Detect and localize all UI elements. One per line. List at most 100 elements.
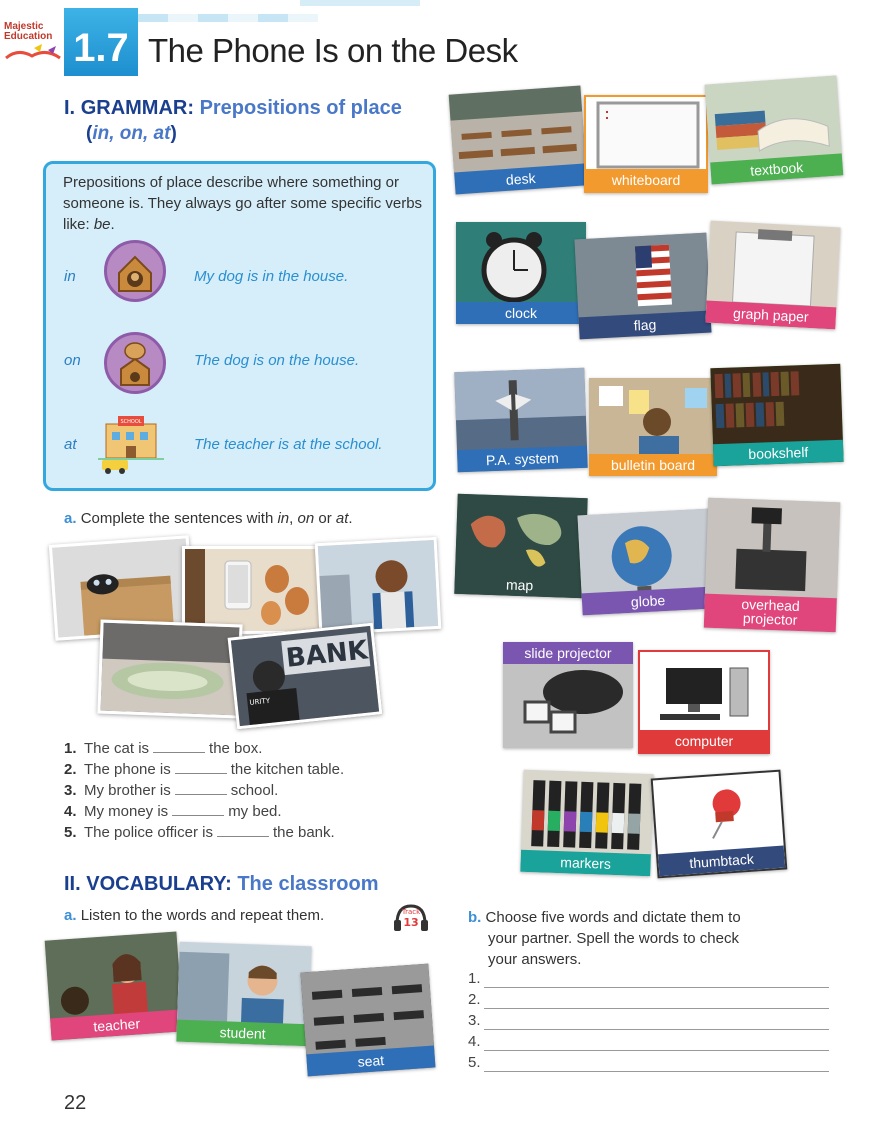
sentence-before: The police officer is	[84, 824, 213, 841]
exercise-a-text: Complete the sentences with	[80, 510, 278, 527]
grammar-intro: Prepositions of place describe where som…	[63, 172, 423, 235]
vocabulary-numeral: II.	[64, 873, 81, 895]
prep-at-example: The teacher is at the school.	[194, 436, 383, 453]
card-graph-paper: graph paper	[705, 220, 841, 330]
card-bookshelf: bookshelf	[710, 363, 844, 467]
card-student: student	[176, 941, 312, 1047]
answer-blank[interactable]	[153, 740, 206, 753]
grammar-intro-be: be	[93, 216, 111, 233]
answer-number: 3.	[468, 1012, 481, 1029]
card-textbook: textbook	[704, 75, 844, 185]
grammar-numeral: I.	[64, 97, 76, 119]
grammar-heading: I. GRAMMAR: Prepositions of place	[64, 97, 402, 120]
prep-at-label: at	[64, 436, 77, 453]
answer-blank[interactable]	[172, 803, 225, 816]
sentence-after: the kitchen table.	[230, 761, 345, 778]
dog-on-house-icon	[104, 332, 166, 394]
answer-number: 1.	[468, 970, 481, 987]
card-label: map	[454, 571, 585, 599]
card-teacher: teacher	[44, 931, 184, 1041]
answer-line-3[interactable]	[484, 1028, 829, 1030]
logo-book-icon	[5, 44, 61, 60]
card-label: clock	[456, 302, 586, 324]
prep-in-label: in	[64, 268, 76, 285]
answer-line-1[interactable]	[484, 986, 829, 988]
prep-on-label: on	[64, 352, 81, 369]
sentence-1: 1. The cat is the box.	[64, 738, 262, 759]
card-slide-projector: slide projector	[503, 642, 633, 748]
word-in: in	[277, 510, 290, 527]
track-label: Track	[401, 908, 421, 916]
sentence-after: my bed.	[228, 803, 282, 820]
prep-in-example: My dog is in the house.	[194, 268, 349, 285]
sep-3: .	[348, 510, 353, 527]
vocabulary-topic: The classroom	[237, 873, 379, 895]
card-bulletin-board: bulletin board	[589, 378, 717, 476]
card-whiteboard: whiteboard	[584, 95, 708, 193]
card-thumbtack: thumbtack	[650, 769, 788, 879]
sentence-before: The cat is	[84, 740, 150, 757]
card-label: student	[176, 1019, 309, 1047]
exercise-a-instruction: a. Complete the sentences with in, on or…	[64, 510, 353, 527]
sentence-4: 4. My money is my bed.	[64, 801, 282, 822]
card-flag: flag	[574, 232, 712, 340]
vocabulary-b-line2: your partner. Spell the words to check	[488, 930, 739, 947]
answer-number: 2.	[468, 991, 481, 1008]
publisher-logo: Majestic Education	[4, 22, 61, 62]
vocabulary-b-instruction: b. Choose five words and dictate them to…	[468, 907, 741, 970]
sentence-number: 5.	[64, 824, 77, 841]
answer-line-5[interactable]	[484, 1070, 829, 1072]
card-seat: seat	[300, 963, 436, 1077]
photo-money-on-bed	[97, 619, 243, 719]
card-computer: computer	[638, 650, 770, 754]
grammar-intro-end: .	[110, 216, 115, 233]
sentence-after: school.	[230, 782, 279, 799]
answer-blank[interactable]	[174, 782, 227, 795]
sentence-before: The phone is	[84, 761, 171, 778]
answer-blank[interactable]	[174, 761, 227, 774]
sentence-number: 2.	[64, 761, 77, 778]
lesson-title: The Phone Is on the Desk	[148, 32, 518, 69]
logo-text-line2: Education	[4, 31, 53, 42]
sentence-before: My brother is	[84, 782, 171, 799]
card-label: bookshelf	[712, 439, 844, 467]
dog-in-house-icon	[104, 240, 166, 302]
vocabulary-a-letter: a.	[64, 907, 77, 924]
answer-line-4[interactable]	[484, 1049, 829, 1051]
photo-phone-on-table	[182, 546, 326, 634]
header-decoration	[300, 0, 420, 6]
sentence-3: 3. My brother is school.	[64, 780, 278, 801]
lesson-number-badge: 1.7	[64, 8, 138, 76]
header-decoration-stripes	[138, 14, 318, 22]
sep-2: or	[314, 510, 336, 527]
sentence-number: 4.	[64, 803, 77, 820]
sentence-number: 1.	[64, 740, 77, 757]
sentence-5: 5. The police officer is the bank.	[64, 822, 335, 843]
answer-number: 4.	[468, 1033, 481, 1050]
answer-number: 5.	[468, 1054, 481, 1071]
card-label: bulletin board	[589, 454, 717, 476]
exercise-a-letter: a.	[64, 510, 77, 527]
answer-blank[interactable]	[216, 824, 269, 837]
vocabulary-b-line1: Choose five words and dictate them to	[485, 909, 741, 926]
grammar-topic: Prepositions of place	[199, 97, 402, 119]
word-on: on	[297, 510, 315, 527]
audio-track-icon[interactable]: Track 13	[393, 902, 429, 932]
answer-line-2[interactable]	[484, 1007, 829, 1009]
sentence-before: My money is	[84, 803, 169, 820]
card-label: whiteboard	[586, 169, 706, 191]
word-at: at	[335, 510, 349, 527]
grammar-topic-words: in, on, at	[92, 123, 171, 144]
paren-close: )	[170, 123, 177, 144]
grammar-label: GRAMMAR:	[80, 97, 194, 119]
card-map: map	[454, 493, 588, 599]
vocabulary-b-letter: b.	[468, 909, 482, 926]
school-building-icon: SCHOOL	[98, 416, 164, 474]
track-number: 13	[403, 916, 418, 929]
sentence-after: the box.	[209, 740, 263, 757]
sep-1: ,	[289, 510, 298, 527]
grammar-heading-line2: (in, on, at)	[86, 123, 177, 145]
school-sign: SCHOOL	[120, 419, 141, 425]
card-label: P.A. system	[457, 445, 588, 473]
card-desk: desk	[448, 85, 588, 195]
